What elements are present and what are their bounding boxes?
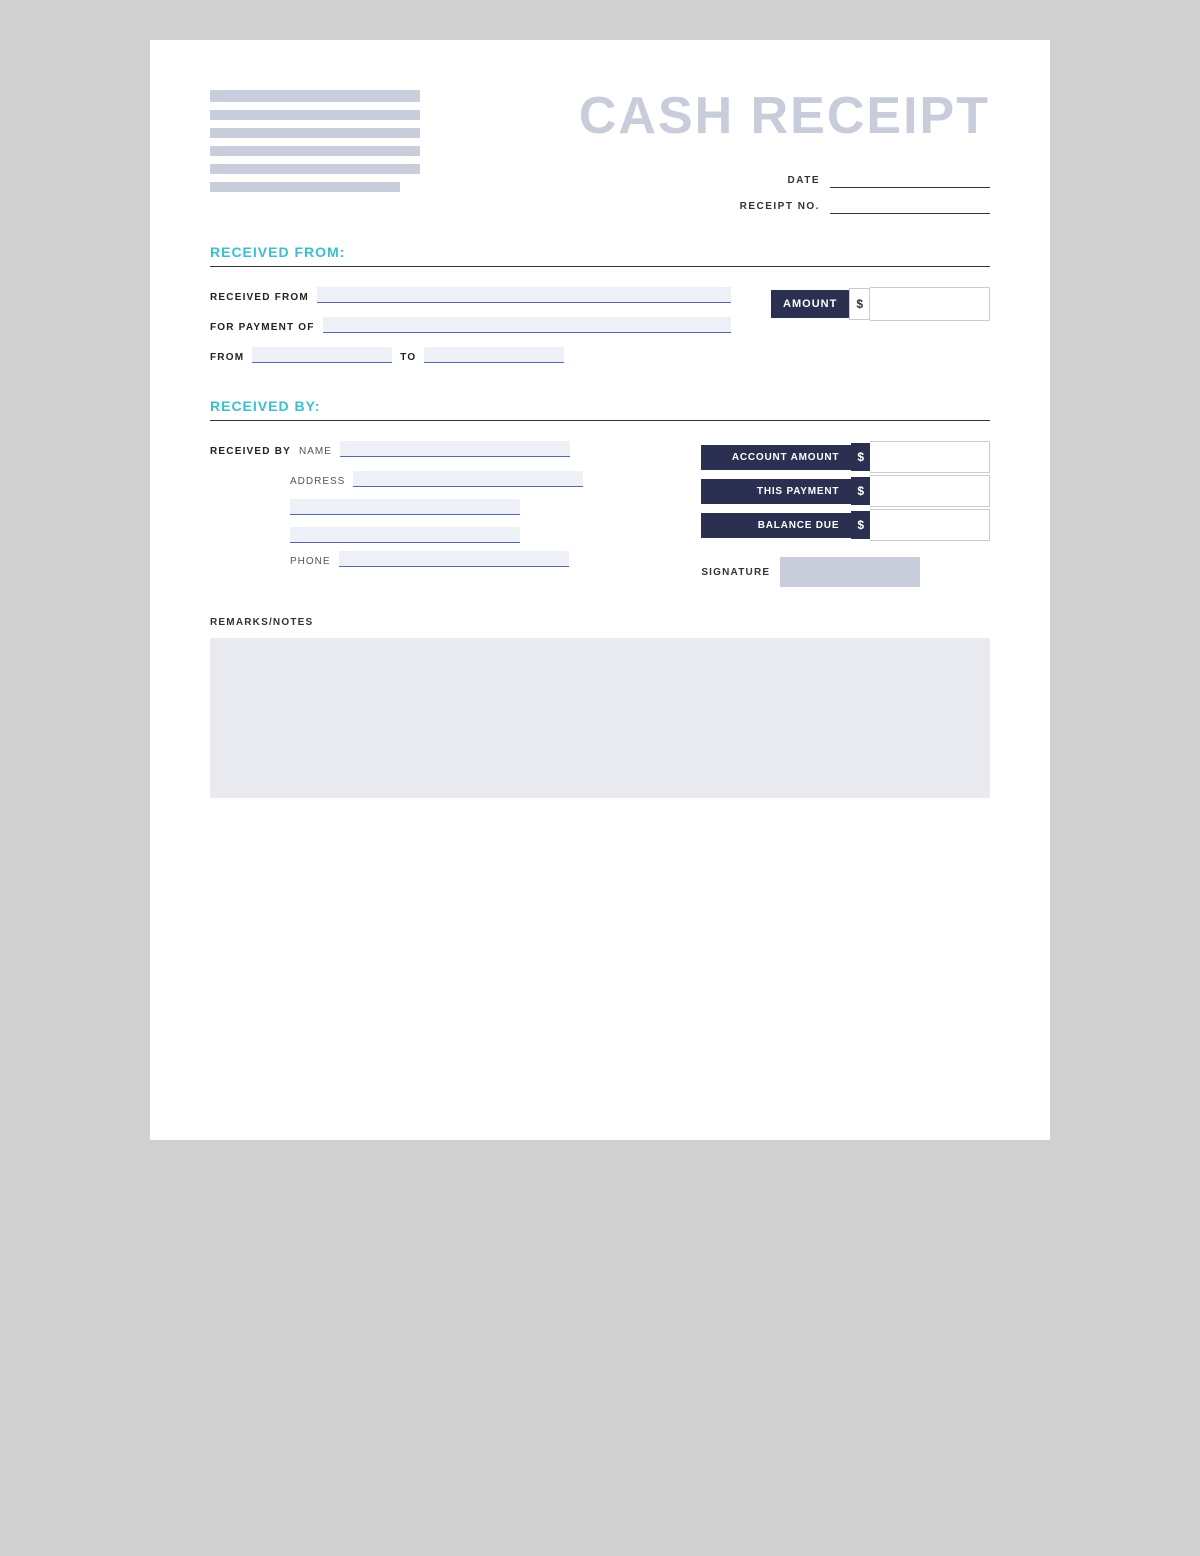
receipt-no-row: RECEIPT NO. xyxy=(740,198,990,214)
address-input-3[interactable] xyxy=(290,527,520,543)
signature-label: SIGNATURE xyxy=(701,567,770,578)
balance-due-dollar: $ xyxy=(851,511,870,539)
receipt-page: CASH RECEIPT DATE RECEIPT NO. RECEIVED F… xyxy=(150,40,1050,1140)
company-line-6 xyxy=(210,182,400,192)
received-by-name-row: RECEIVED BY NAME xyxy=(210,441,661,457)
account-amount-value[interactable] xyxy=(870,441,990,473)
for-payment-input[interactable] xyxy=(323,317,731,333)
company-line-3 xyxy=(210,128,420,138)
receipt-no-field[interactable] xyxy=(830,198,990,214)
summary-rows: ACCOUNT AMOUNT $ THIS PAYMENT $ BALANCE … xyxy=(701,441,990,541)
received-by-divider xyxy=(210,420,990,421)
for-payment-row: FOR PAYMENT OF xyxy=(210,317,731,333)
company-line-5 xyxy=(210,164,420,174)
address-label: ADDRESS xyxy=(290,476,345,487)
amount-area: AMOUNT $ xyxy=(771,287,990,321)
received-from-divider xyxy=(210,266,990,267)
remarks-label: REMARKS/NOTES xyxy=(210,617,990,628)
this-payment-value[interactable] xyxy=(870,475,990,507)
balance-due-row: BALANCE DUE $ xyxy=(701,509,990,541)
to-label: TO xyxy=(400,352,416,363)
account-amount-row: ACCOUNT AMOUNT $ xyxy=(701,441,990,473)
address-input-1[interactable] xyxy=(353,471,583,487)
to-input[interactable] xyxy=(424,347,564,363)
company-line-1 xyxy=(210,90,420,102)
amount-value[interactable] xyxy=(870,287,990,321)
for-payment-label: FOR PAYMENT OF xyxy=(210,322,315,333)
page-title: CASH RECEIPT xyxy=(460,90,990,142)
this-payment-label: THIS PAYMENT xyxy=(701,479,851,504)
received-by-left: RECEIVED BY NAME ADDRESS PHONE xyxy=(210,441,661,567)
this-payment-row: THIS PAYMENT $ xyxy=(701,475,990,507)
name-label: NAME xyxy=(299,446,332,457)
received-from-input[interactable] xyxy=(317,287,731,303)
received-by-content: RECEIVED BY NAME ADDRESS PHONE xyxy=(210,441,990,587)
from-to-row: FROM TO xyxy=(210,347,731,363)
address-row-2 xyxy=(290,499,661,515)
balance-due-label: BALANCE DUE xyxy=(701,513,851,538)
date-label: DATE xyxy=(788,175,820,186)
company-info xyxy=(210,90,420,192)
received-from-row: RECEIVED FROM xyxy=(210,287,731,303)
received-from-left: RECEIVED FROM FOR PAYMENT OF FROM TO xyxy=(210,287,731,363)
company-line-2 xyxy=(210,110,420,120)
date-field[interactable] xyxy=(830,172,990,188)
amount-label: AMOUNT xyxy=(771,290,849,318)
received-from-label: RECEIVED FROM xyxy=(210,292,309,303)
remarks-input[interactable] xyxy=(210,638,990,798)
meta-fields: DATE RECEIPT NO. xyxy=(460,172,990,214)
header: CASH RECEIPT DATE RECEIPT NO. xyxy=(210,90,990,214)
this-payment-dollar: $ xyxy=(851,477,870,505)
phone-row: PHONE xyxy=(290,551,661,567)
title-area: CASH RECEIPT DATE RECEIPT NO. xyxy=(420,90,990,214)
account-amount-dollar: $ xyxy=(851,443,870,471)
date-row: DATE xyxy=(788,172,990,188)
phone-input[interactable] xyxy=(339,551,569,567)
company-line-4 xyxy=(210,146,420,156)
address-row-1: ADDRESS xyxy=(290,471,661,487)
name-input[interactable] xyxy=(340,441,570,457)
address-block: ADDRESS xyxy=(290,471,661,543)
remarks-section: REMARKS/NOTES xyxy=(210,617,990,798)
balance-due-value[interactable] xyxy=(870,509,990,541)
received-from-title: RECEIVED FROM: xyxy=(210,244,345,260)
address-input-2[interactable] xyxy=(290,499,520,515)
account-amount-label: ACCOUNT AMOUNT xyxy=(701,445,851,470)
amount-dollar-sign: $ xyxy=(849,288,870,320)
received-from-section-header: RECEIVED FROM: xyxy=(210,244,990,267)
signature-field[interactable] xyxy=(780,557,920,587)
received-by-right: ACCOUNT AMOUNT $ THIS PAYMENT $ BALANCE … xyxy=(701,441,990,587)
from-label: FROM xyxy=(210,352,244,363)
received-by-section-header: RECEIVED BY: xyxy=(210,398,990,421)
receipt-no-label: RECEIPT NO. xyxy=(740,201,820,212)
received-from-content: RECEIVED FROM FOR PAYMENT OF FROM TO AMO… xyxy=(210,287,990,363)
from-input[interactable] xyxy=(252,347,392,363)
received-by-title: RECEIVED BY: xyxy=(210,398,321,414)
received-by-label: RECEIVED BY xyxy=(210,446,291,457)
address-row-3 xyxy=(290,527,661,543)
signature-row: SIGNATURE xyxy=(701,557,990,587)
phone-label: PHONE xyxy=(290,556,331,567)
